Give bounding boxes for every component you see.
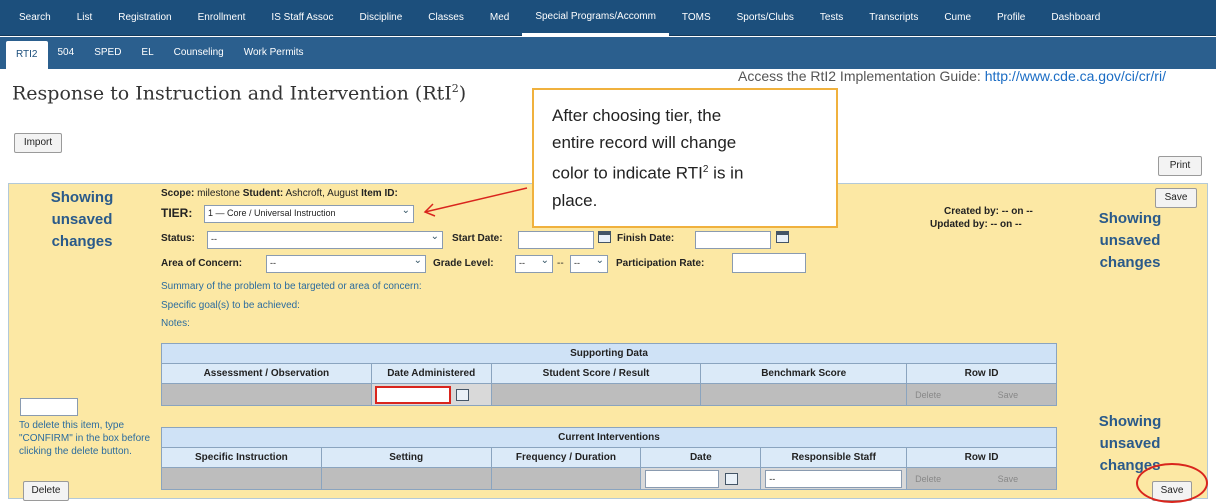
column-header: Responsible Staff (760, 447, 908, 468)
responsible-staff-select[interactable]: -- (765, 469, 903, 488)
delete-button[interactable]: Delete (23, 481, 69, 501)
nav-toms[interactable]: TOMS (669, 0, 724, 36)
status-label: Status: (161, 233, 195, 244)
area-of-concern-label: Area of Concern: (161, 258, 243, 269)
calendar-icon[interactable] (724, 472, 738, 485)
guide-link[interactable]: http://www.cde.ca.gov/ci/cr/ri/ (985, 68, 1166, 84)
created-by: Created by: -- on -- (944, 206, 1033, 217)
nav-tests[interactable]: Tests (807, 0, 856, 36)
status-select[interactable]: -- (207, 231, 443, 249)
row-save-button[interactable]: Save (998, 474, 1019, 484)
supporting-data-caption: Supporting Data (161, 343, 1057, 364)
nav-transcripts[interactable]: Transcripts (856, 0, 931, 36)
current-interventions-table: Current Interventions Specific Instructi… (161, 427, 1057, 490)
participation-rate-input[interactable] (732, 253, 806, 273)
import-button[interactable]: Import (14, 133, 62, 153)
grade-to-select[interactable]: -- (570, 255, 608, 273)
print-button[interactable]: Print (1158, 156, 1202, 176)
annotation-arrow (423, 187, 528, 217)
nav-enrollment[interactable]: Enrollment (185, 0, 259, 36)
nav-special-programs-accomm[interactable]: Special Programs/Accomm (522, 0, 669, 36)
finish-date-label: Finish Date: (617, 233, 675, 244)
annotation-circle (1136, 463, 1208, 503)
nav-med[interactable]: Med (477, 0, 522, 36)
top-nav: Search List Registration Enrollment IS Staff… (0, 0, 1216, 36)
column-header: Date Administered (370, 363, 492, 384)
nav-dashboard[interactable]: Dashboard (1038, 0, 1113, 36)
calendar-icon[interactable] (598, 231, 611, 243)
grade-separator: -- (557, 258, 564, 269)
notes-link[interactable]: Notes: (161, 318, 190, 329)
participation-rate-label: Participation Rate: (616, 258, 705, 269)
date-administered-input[interactable] (374, 385, 451, 404)
row-delete-button[interactable]: Delete (915, 474, 941, 484)
row-delete-button[interactable]: Delete (915, 390, 941, 400)
nav-is-staff-assoc[interactable]: IS Staff Assoc (258, 0, 346, 36)
unsaved-changes-indicator-left: Showing unsaved changes (50, 189, 114, 250)
grade-from-select[interactable]: -- (515, 255, 553, 273)
nav-search[interactable]: Search (6, 0, 64, 36)
tab-work-permits[interactable]: Work Permits (234, 37, 314, 69)
area-of-concern-select[interactable]: -- (266, 255, 426, 273)
table-row: -- Delete Save (161, 467, 1057, 490)
tab-504[interactable]: 504 (48, 37, 85, 69)
column-header: Benchmark Score (700, 363, 908, 384)
goals-link[interactable]: Specific goal(s) to be achieved: (161, 300, 300, 311)
tab-counseling[interactable]: Counseling (164, 37, 234, 69)
start-date-input[interactable] (518, 231, 594, 249)
column-header: Row ID (906, 363, 1057, 384)
column-header: Student Score / Result (490, 363, 702, 384)
column-header: Setting (320, 447, 492, 468)
row-save-button[interactable]: Save (998, 390, 1019, 400)
tier-label: TIER: (161, 206, 193, 220)
implementation-guide: Access the RtI2 Implementation Guide: ht… (738, 68, 1166, 84)
tier-select[interactable]: 1 — Core / Universal Instruction (204, 205, 414, 223)
supporting-data-table: Supporting Data Assessment / Observation… (161, 343, 1057, 406)
tab-el[interactable]: EL (131, 37, 163, 69)
tab-sped[interactable]: SPED (84, 37, 131, 69)
nav-registration[interactable]: Registration (105, 0, 184, 36)
column-header: Date (640, 447, 762, 468)
tab-rti2[interactable]: RTI2 (6, 41, 48, 69)
summary-link[interactable]: Summary of the problem to be targeted or… (161, 281, 422, 292)
nav-profile[interactable]: Profile (984, 0, 1038, 36)
nav-classes[interactable]: Classes (415, 0, 477, 36)
column-header: Specific Instruction (161, 447, 322, 468)
intervention-date-input[interactable] (645, 469, 720, 488)
table-row: Delete Save (161, 383, 1057, 406)
column-header: Frequency / Duration (490, 447, 642, 468)
current-interventions-caption: Current Interventions (161, 427, 1057, 448)
nav-list[interactable]: List (64, 0, 106, 36)
page-title: Response to Instruction and Intervention… (12, 82, 467, 105)
nav-discipline[interactable]: Discipline (347, 0, 416, 36)
calendar-icon[interactable] (456, 388, 470, 401)
delete-instructions: To delete this item, type "CONFIRM" in t… (19, 420, 151, 457)
nav-sports-clubs[interactable]: Sports/Clubs (724, 0, 807, 36)
updated-by: Updated by: -- on -- (930, 219, 1022, 230)
sub-nav: RTI2 504 SPED EL Counseling Work Permits (0, 37, 1216, 69)
finish-date-input[interactable] (695, 231, 771, 249)
column-header: Assessment / Observation (161, 363, 372, 384)
confirm-delete-input[interactable] (20, 398, 78, 416)
annotation-callout: After choosing tier, the entire record w… (532, 88, 838, 228)
column-header: Row ID (906, 447, 1057, 468)
record-scope: Scope: milestone Student: Ashcroft, Augu… (161, 188, 398, 199)
save-button-top[interactable]: Save (1155, 188, 1197, 208)
nav-cume[interactable]: Cume (931, 0, 984, 36)
calendar-icon[interactable] (776, 231, 789, 243)
grade-level-label: Grade Level: (433, 258, 494, 269)
start-date-label: Start Date: (452, 233, 503, 244)
unsaved-changes-indicator-right: Showing unsaved changes (1098, 210, 1162, 271)
